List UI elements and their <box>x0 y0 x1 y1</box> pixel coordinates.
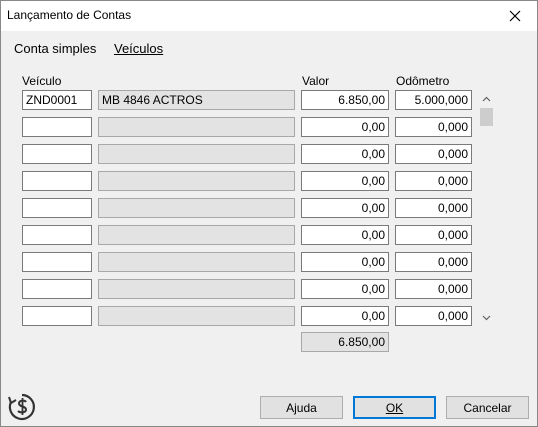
odometer-input[interactable]: 0,000 <box>395 225 472 245</box>
help-button[interactable]: Ajuda <box>260 396 343 419</box>
tab-veiculos[interactable]: Veículos <box>114 41 163 56</box>
vehicle-code-input[interactable]: ZND0001 <box>22 90 92 110</box>
vehicle-code-input[interactable] <box>22 279 92 299</box>
vehicle-code-input[interactable] <box>22 171 92 191</box>
scroll-down-icon[interactable] <box>478 309 495 326</box>
vehicle-code-input[interactable] <box>22 198 92 218</box>
odometer-input[interactable]: 0,000 <box>395 306 472 326</box>
window-title: Lançamento de Contas <box>7 8 132 22</box>
vehicle-description-field: MB 4846 ACTROS <box>98 90 295 110</box>
odometer-input[interactable]: 0,000 <box>395 279 472 299</box>
value-input[interactable]: 0,00 <box>301 117 389 137</box>
tab-conta-simples[interactable]: Conta simples <box>14 41 96 56</box>
vehicle-code-input[interactable] <box>22 225 92 245</box>
vehicle-description-field <box>98 306 295 326</box>
cancel-button[interactable]: Cancelar <box>446 396 529 419</box>
scroll-thumb[interactable] <box>480 108 493 126</box>
close-icon[interactable] <box>493 1 537 31</box>
value-input[interactable]: 0,00 <box>301 306 389 326</box>
odometer-input[interactable]: 0,000 <box>395 198 472 218</box>
vehicle-description-field <box>98 279 295 299</box>
column-header-value: Valor <box>302 74 330 88</box>
odometer-input[interactable]: 5.000,000 <box>395 90 472 110</box>
money-cycle-icon <box>6 391 38 423</box>
ok-button-label: OK <box>385 400 404 415</box>
vehicle-description-field <box>98 117 295 137</box>
value-input[interactable]: 0,00 <box>301 279 389 299</box>
vehicle-code-input[interactable] <box>22 252 92 272</box>
column-header-vehicle: Veículo <box>22 74 62 88</box>
value-input[interactable]: 0,00 <box>301 198 389 218</box>
odometer-input[interactable]: 0,000 <box>395 117 472 137</box>
vehicle-description-field <box>98 144 295 164</box>
vertical-scrollbar[interactable] <box>478 90 495 326</box>
value-input[interactable]: 6.850,00 <box>301 90 389 110</box>
scroll-up-icon[interactable] <box>478 90 495 107</box>
vehicle-description-field <box>98 198 295 218</box>
vehicle-description-field <box>98 171 295 191</box>
title-bar: Lançamento de Contas <box>1 1 537 31</box>
vehicle-code-input[interactable] <box>22 117 92 137</box>
vehicle-code-input[interactable] <box>22 306 92 326</box>
value-input[interactable]: 0,00 <box>301 171 389 191</box>
value-input[interactable]: 0,00 <box>301 225 389 245</box>
dialog-window: Lançamento de Contas Conta simples Veícu… <box>0 0 538 427</box>
tab-bar: Conta simples Veículos <box>14 41 177 56</box>
odometer-input[interactable]: 0,000 <box>395 252 472 272</box>
ok-button[interactable]: OK <box>353 396 436 419</box>
total-value: 6.850,00 <box>301 332 389 352</box>
value-input[interactable]: 0,00 <box>301 144 389 164</box>
vehicle-description-field <box>98 252 295 272</box>
vehicle-description-field <box>98 225 295 245</box>
column-header-odometer: Odômetro <box>396 74 450 88</box>
value-input[interactable]: 0,00 <box>301 252 389 272</box>
vehicle-code-input[interactable] <box>22 144 92 164</box>
odometer-input[interactable]: 0,000 <box>395 144 472 164</box>
odometer-input[interactable]: 0,000 <box>395 171 472 191</box>
